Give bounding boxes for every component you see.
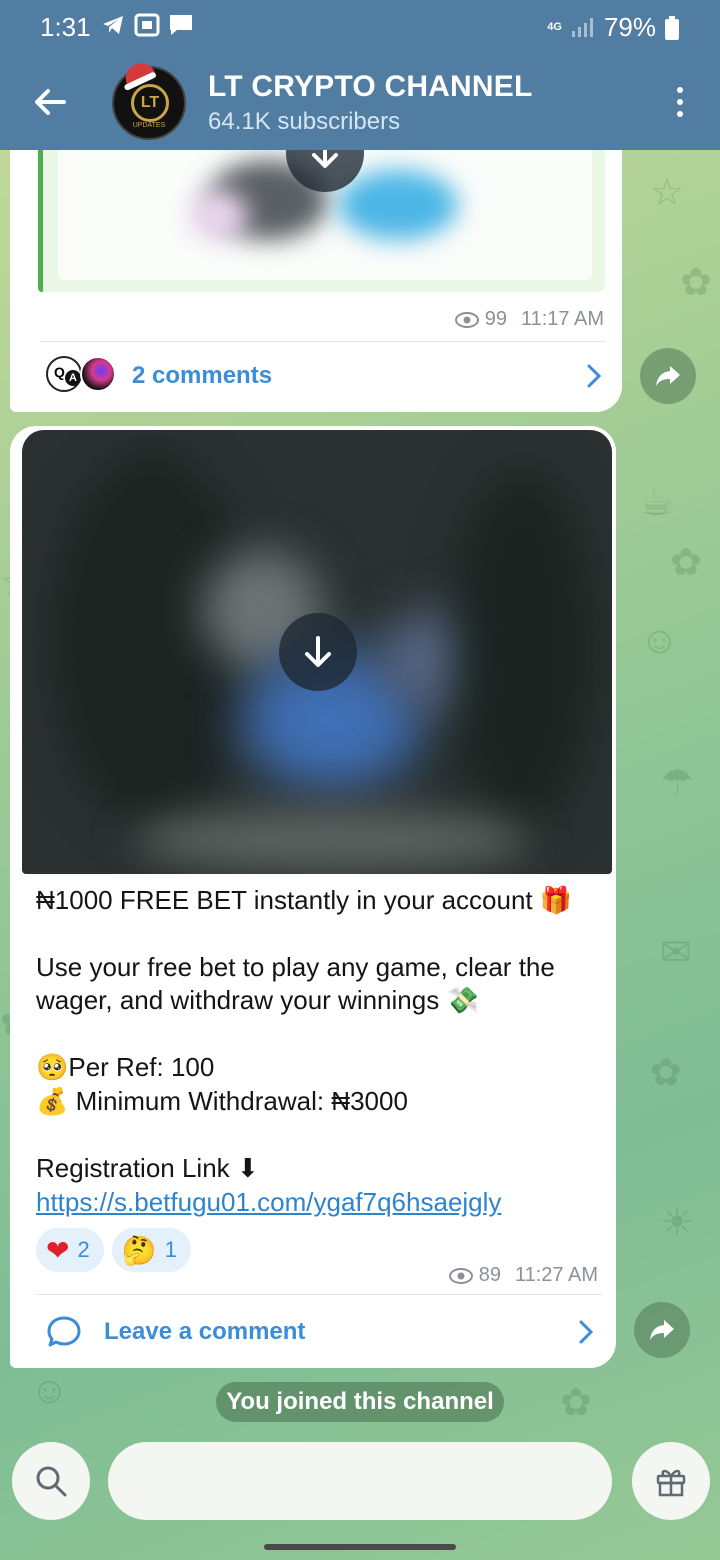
gift-button[interactable] xyxy=(632,1442,710,1520)
avatar-sub: UPDATES xyxy=(132,122,166,129)
search-icon xyxy=(36,1466,67,1497)
leave-comment-row[interactable]: Leave a comment xyxy=(10,1296,616,1368)
commenter-avatar: Q A xyxy=(46,356,82,392)
money-bag-emoji: 💰 xyxy=(36,1087,69,1117)
text-line: Registration Link xyxy=(36,1153,230,1183)
reaction-count: 1 xyxy=(164,1237,177,1262)
notification-icons xyxy=(100,12,194,38)
post2-meta: 89 11:27 AM xyxy=(448,1264,598,1287)
text-line: ₦1000 FREE BET instantly in your account xyxy=(36,885,533,915)
share-icon xyxy=(650,1320,674,1340)
status-time: 1:31 xyxy=(40,12,91,42)
commenter-avatar xyxy=(80,356,116,392)
reaction-heart[interactable]: ❤ 2 xyxy=(36,1228,104,1272)
post-time: 11:27 AM xyxy=(514,1264,598,1286)
join-mute-bar[interactable] xyxy=(108,1442,612,1520)
reaction-count: 2 xyxy=(77,1237,90,1262)
chat-header: 1:31 4G 79% LT UPDATES LT CRYPTO CHANNEL… xyxy=(0,0,720,150)
heart-icon: ❤ xyxy=(46,1233,70,1267)
download-button[interactable] xyxy=(279,613,357,691)
leave-comment-link[interactable]: Leave a comment xyxy=(104,1318,305,1346)
share-button[interactable] xyxy=(640,348,696,404)
telegram-icon xyxy=(103,16,123,34)
message-bubble-2: ₦1000 FREE BET instantly in your account… xyxy=(10,426,616,1368)
gift-emoji: 🎁 xyxy=(539,886,573,916)
reactions: ❤ 2 🤔 1 xyxy=(36,1228,191,1272)
registration-link[interactable]: https://s.betfugu01.com/ygaf7q6hsaejgly xyxy=(36,1187,501,1217)
money-wings-emoji: 💸 xyxy=(446,986,479,1016)
preview-image[interactable] xyxy=(58,150,592,280)
comments-row[interactable]: Q A 2 comments xyxy=(10,342,622,412)
views-icon xyxy=(448,1267,473,1284)
download-icon xyxy=(312,150,338,168)
status-right: 4G 79% xyxy=(547,12,680,43)
comments-link[interactable]: 2 comments xyxy=(132,362,272,390)
status-bar: 1:31 4G 79% xyxy=(0,0,720,52)
text-line: Per Ref: 100 xyxy=(68,1052,215,1082)
message-icon xyxy=(170,15,192,35)
share-icon xyxy=(656,366,680,386)
down-arrow-emoji: ⬇ xyxy=(236,1154,259,1184)
view-count: 99 xyxy=(484,308,507,330)
gift-icon xyxy=(656,1469,686,1497)
chevron-right-icon xyxy=(587,364,602,388)
text-line: Minimum Withdrawal: ₦3000 xyxy=(68,1086,408,1116)
joined-channel-notice: You joined this channel xyxy=(216,1382,504,1422)
download-icon xyxy=(305,636,331,667)
divider xyxy=(36,1294,602,1295)
message-bubble-1: 99 11:17 AM Q A 2 comments xyxy=(10,150,622,412)
share-button[interactable] xyxy=(634,1302,690,1358)
thinking-icon: 🤔 xyxy=(121,1233,157,1267)
battery-percent: 79% xyxy=(603,12,656,42)
signal-icon xyxy=(571,17,593,37)
back-arrow-icon[interactable] xyxy=(28,80,72,124)
search-button[interactable] xyxy=(12,1442,90,1520)
more-options-icon[interactable] xyxy=(668,84,692,120)
subscriber-count: 64.1K subscribers xyxy=(208,108,401,135)
view-count: 89 xyxy=(478,1264,501,1286)
chevron-right-icon xyxy=(579,1320,594,1344)
comment-icon xyxy=(47,1316,81,1347)
message-text: ₦1000 FREE BET instantly in your account… xyxy=(36,884,606,1219)
blurred-media[interactable] xyxy=(22,430,612,874)
views-icon xyxy=(454,311,479,328)
reaction-thinking[interactable]: 🤔 1 xyxy=(111,1228,191,1272)
battery-icon xyxy=(665,15,679,40)
channel-avatar[interactable]: LT UPDATES xyxy=(112,58,186,140)
network-type: 4G xyxy=(547,21,562,33)
avatar-logo: LT xyxy=(131,84,169,122)
screenshot-icon xyxy=(134,13,160,37)
post-time: 11:17 AM xyxy=(520,308,604,330)
pleading-emoji: 🥺 xyxy=(36,1053,69,1083)
post1-meta: 99 11:17 AM xyxy=(454,308,604,331)
home-indicator[interactable] xyxy=(264,1544,456,1550)
channel-title[interactable]: LT CRYPTO CHANNEL xyxy=(208,70,533,104)
